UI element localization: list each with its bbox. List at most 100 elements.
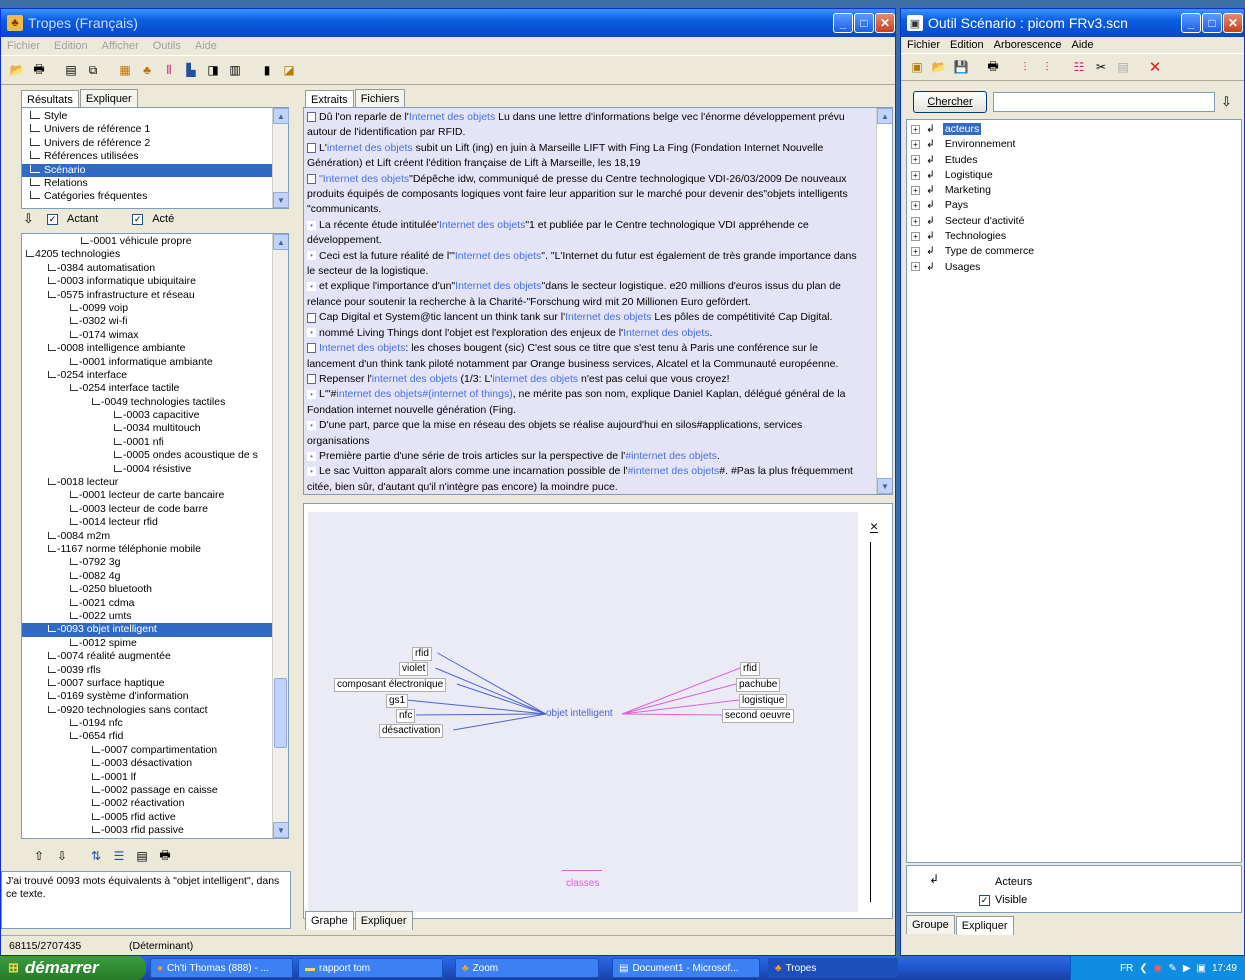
task-tropes[interactable]: ♣ Tropes	[768, 958, 898, 978]
graph-node-right[interactable]: pachube	[736, 678, 781, 692]
volume-icon[interactable]: ▶	[1183, 963, 1191, 974]
tree-node[interactable]: -0005 rfid active	[22, 811, 272, 824]
graph-center-node[interactable]: objet intelligent	[546, 708, 613, 719]
tree-node[interactable]: -0003 désactivation	[22, 757, 272, 770]
display-icon[interactable]: ▣	[1197, 963, 1206, 974]
copy-icon[interactable]: ⧉	[83, 60, 103, 80]
tree-node[interactable]: -0169 système d'information	[22, 690, 272, 703]
scenario-tree-node[interactable]: + ↲ Environnement	[907, 137, 1241, 152]
task-folder[interactable]: ▬ rapport tom	[298, 958, 443, 978]
tree-node[interactable]: 4205 technologies	[22, 248, 272, 261]
tree-node[interactable]: -0792 3g	[22, 556, 272, 569]
extract-line[interactable]: Cap Digital et System@tic lancent un thi…	[307, 310, 889, 325]
paste-icon[interactable]: ▤	[1113, 57, 1133, 77]
scenario-tree-node[interactable]: + ↲ acteurs	[907, 122, 1241, 137]
extract-line[interactable]: organisations	[307, 434, 889, 449]
expand-plus-icon[interactable]: +	[911, 231, 920, 241]
tree-node[interactable]: -0004 résistive	[22, 463, 272, 476]
expand-plus-icon[interactable]: +	[911, 247, 920, 257]
search-input[interactable]	[993, 92, 1215, 112]
antivirus-icon[interactable]: ◉	[1154, 963, 1163, 974]
extract-line[interactable]: développement.	[307, 233, 889, 248]
tropes-titlebar[interactable]: ♣ Tropes (Français) _ □ ✕	[1, 9, 895, 37]
tree-properties-icon[interactable]: ▤	[132, 846, 152, 866]
tree-node[interactable]: -0084 m2m	[22, 530, 272, 543]
extract-line[interactable]: • L'"#internet des objets#(internet of th…	[307, 387, 889, 402]
cut-icon[interactable]: ✂	[1091, 57, 1111, 77]
scenario-tree-node[interactable]: + ↲ Secteur d'activité	[907, 214, 1241, 229]
tree-print-icon[interactable]: 🖶	[155, 846, 175, 866]
tab-files[interactable]: Fichiers	[354, 89, 406, 108]
tab-scenario-explain[interactable]: Expliquer	[955, 916, 1014, 935]
expand-plus-icon[interactable]: +	[911, 140, 920, 150]
category-item[interactable]: Catégories fréquentes	[22, 190, 272, 203]
extract-line[interactable]: • et explique l'importance d'un"Internet …	[307, 279, 889, 294]
list-icon[interactable]: ☰	[109, 846, 129, 866]
scenario-tree-node[interactable]: + ↲ Logistique	[907, 168, 1241, 183]
scenario-tree-node[interactable]: + ↲ Etudes	[907, 153, 1241, 168]
graph-node-right[interactable]: rfid	[740, 662, 760, 676]
tree-node[interactable]: -0082 4g	[22, 570, 272, 583]
actant-checkbox[interactable]: ✓	[47, 213, 58, 225]
scenario-menu-item[interactable]: Aide	[1072, 39, 1094, 51]
tree-node[interactable]: -0021 cdma	[22, 597, 272, 610]
menu-item[interactable]: Afficher	[102, 40, 139, 52]
extract-line[interactable]: Génération) et Lift créent l'édition fra…	[307, 156, 889, 171]
table-icon[interactable]: ▥	[225, 60, 245, 80]
tree-node[interactable]: -0575 infrastructure et réseau	[22, 289, 272, 302]
expand-plus-icon[interactable]: +	[911, 216, 920, 226]
scenario-tree-node[interactable]: + ↲ Type de commerce	[907, 244, 1241, 259]
task-word[interactable]: ▤ Document1 - Microsof...	[612, 958, 760, 978]
open-icon[interactable]: 📂	[7, 60, 27, 80]
extract-line[interactable]: • Ceci est la future réalité de l'"Intern…	[307, 249, 889, 264]
tab-graph-explain[interactable]: Expliquer	[354, 911, 413, 930]
tree-node[interactable]: -0007 surface haptique	[22, 677, 272, 690]
tree-node[interactable]: -0254 interface tactile	[22, 382, 272, 395]
move-up-icon[interactable]: ⇧	[29, 846, 49, 866]
extract-line[interactable]: • D'une part, parce que la mise en réseau…	[307, 418, 889, 433]
tree-node[interactable]: -0003 capacitive	[22, 409, 272, 422]
tab-group[interactable]: Groupe	[906, 915, 955, 934]
extracts-scroll-up-icon[interactable]: ▲	[877, 108, 892, 124]
scenario-tree-node[interactable]: + ↲ Marketing	[907, 183, 1241, 198]
tree-node[interactable]: -0250 bluetooth	[22, 583, 272, 596]
graph-node-left[interactable]: gs1	[386, 694, 409, 708]
tropes-icon[interactable]: ♣	[137, 60, 157, 80]
scenario-menu-item[interactable]: Edition	[950, 39, 984, 51]
scenario-open-icon[interactable]: 📂	[929, 57, 949, 77]
category-item[interactable]: Style	[22, 110, 272, 123]
extract-line[interactable]: citée, bien sûr, d'autant qu'il n'intègr…	[307, 480, 889, 494]
visible-checkbox[interactable]: ✓	[979, 895, 990, 906]
tree-node[interactable]: -0099 voip	[22, 302, 272, 315]
tab-graph[interactable]: Graphe	[305, 911, 354, 930]
minimize-button[interactable]: _	[833, 13, 853, 33]
delete-icon[interactable]: ✕	[1145, 57, 1165, 77]
tree-node[interactable]: -0001 informatique ambiante	[22, 356, 272, 369]
expand-plus-icon[interactable]: +	[911, 262, 920, 272]
tree-node[interactable]: -0014 lecteur rfid	[22, 516, 272, 529]
tree-node[interactable]: -0384 automatisation	[22, 262, 272, 275]
graph-node-left[interactable]: désactivation	[379, 724, 444, 738]
tree-node[interactable]: -0654 rfid	[22, 730, 272, 743]
scenario-maximize-button[interactable]: □	[1202, 13, 1222, 33]
category-item[interactable]: Relations	[22, 177, 272, 190]
tree-node[interactable]: -0194 nfc	[22, 717, 272, 730]
print-icon[interactable]: 🖶	[29, 60, 49, 80]
tray-back-icon[interactable]: ❮	[1139, 963, 1147, 974]
graph-node-left[interactable]: violet	[399, 662, 429, 676]
tree-node[interactable]: -0003 informatique ubiquitaire	[22, 275, 272, 288]
graph-node-left[interactable]: composant électronique	[334, 678, 447, 692]
menu-item[interactable]: Aide	[195, 40, 217, 52]
network-icon[interactable]: ✎	[1168, 963, 1176, 974]
tree-node[interactable]: -0001 lf	[22, 771, 272, 784]
tree-node[interactable]: -0005 ondes acoustique de s	[22, 449, 272, 462]
tree-node[interactable]: -0039 rfls	[22, 664, 272, 677]
scenario-print-icon[interactable]: 🖶	[983, 57, 1003, 77]
category-item[interactable]: Scénario	[22, 163, 272, 177]
tree-scroll-down-icon[interactable]: ▼	[273, 822, 288, 838]
expand-plus-icon[interactable]: +	[911, 170, 920, 180]
tree-node[interactable]: -0093 objet intelligent	[22, 623, 272, 637]
scroll-up-icon[interactable]: ▲	[273, 108, 289, 124]
new-icon[interactable]: ▣	[907, 57, 927, 77]
menu-item[interactable]: Fichier	[7, 40, 40, 52]
